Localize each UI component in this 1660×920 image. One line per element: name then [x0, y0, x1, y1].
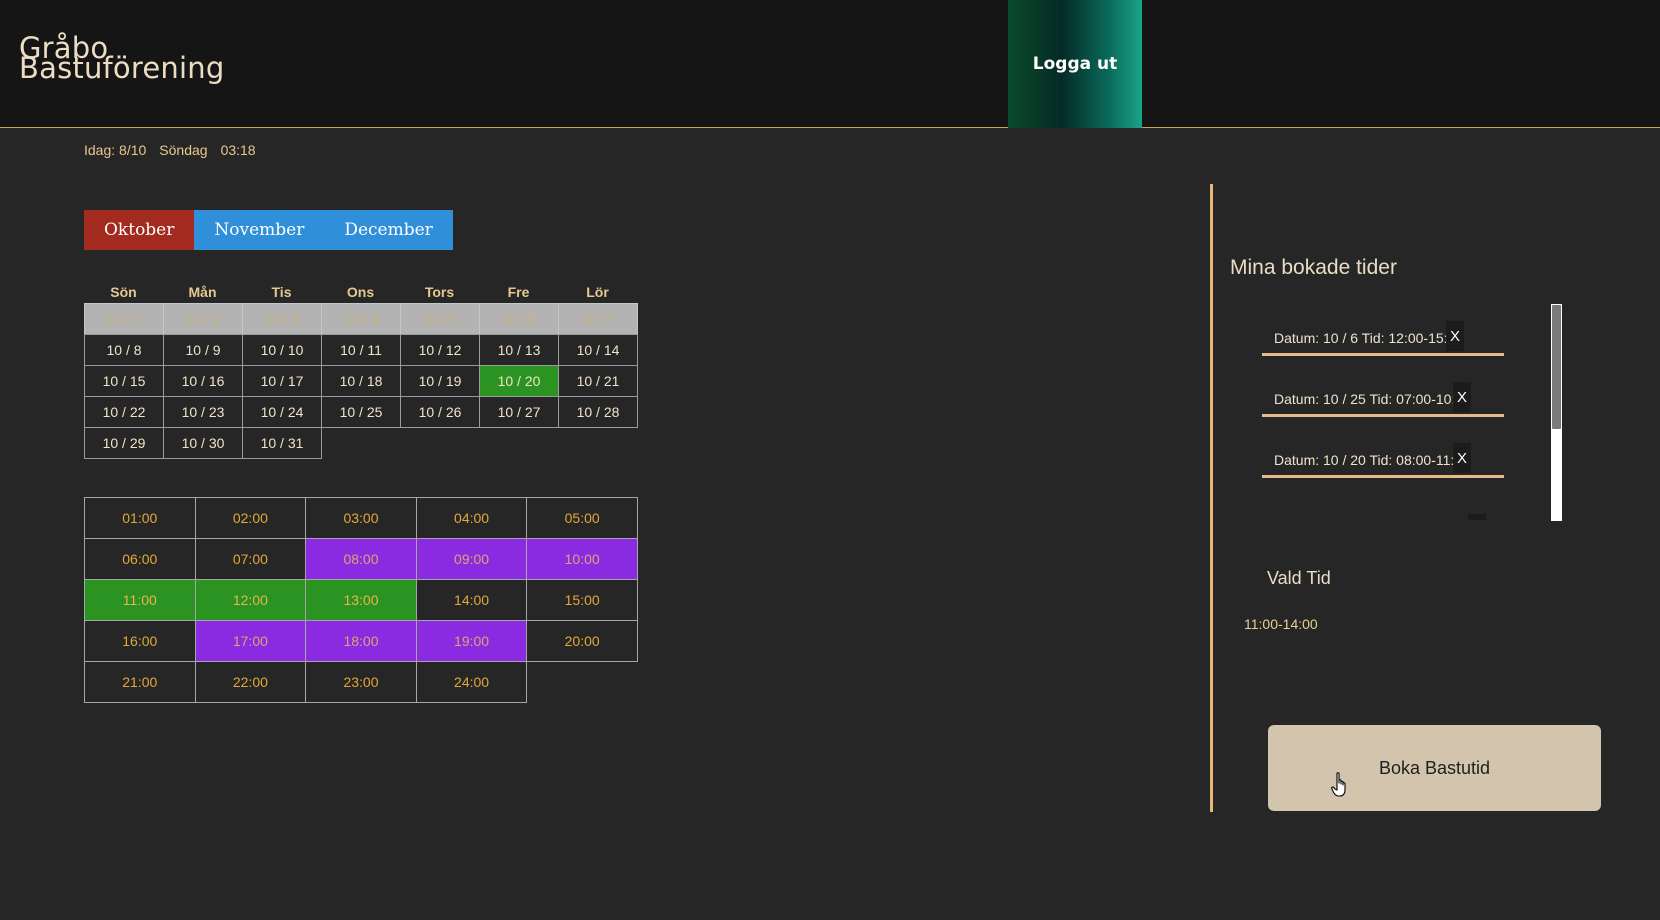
time-slot: 10:00	[526, 538, 638, 580]
calendar-day[interactable]: 10 / 16	[163, 365, 243, 397]
my-bookings-list: Datum: 10 / 6 Tid: 12:00-15:00 X Datum: 10…	[1232, 304, 1562, 520]
time-slot[interactable]: 04:00	[415, 497, 528, 539]
brand-logo: Gråbo Bastuförening	[19, 34, 225, 85]
chosen-time-value: 11:00-14:00	[1244, 616, 1318, 632]
weekday-label: Fre	[507, 284, 530, 300]
booking-item: Datum: 10 / 25 Tid: 07:00-10:00 X	[1262, 365, 1504, 417]
booking-item: Datum: 10 / 6 Tid: 12:00-15:00 X	[1262, 304, 1504, 356]
booking-text: Datum: 10 / 6 Tid: 12:00-15:00	[1274, 330, 1464, 346]
weekday-label: Tis	[271, 284, 292, 300]
calendar-day[interactable]: 10 / 12	[400, 334, 480, 366]
hand-cursor-icon	[1331, 772, 1346, 797]
tab-oktober[interactable]: Oktober	[84, 210, 195, 250]
calendar-day[interactable]: 10 / 29	[84, 427, 164, 459]
list-overflow-item	[1468, 514, 1486, 520]
today-info: Idag: 8/10 Söndag 03:18	[84, 142, 256, 158]
weekday-label: Sön	[110, 284, 137, 300]
my-bookings-title: Mina bokade tider	[1230, 256, 1397, 279]
book-sauna-button[interactable]: Boka Bastutid	[1268, 725, 1601, 811]
calendar-day[interactable]: 10 / 25	[321, 396, 401, 428]
calendar-day[interactable]: 10 / 24	[242, 396, 322, 428]
today-weekday: Söndag	[159, 142, 208, 158]
booking-text: Datum: 10 / 20 Tid: 08:00-11:00	[1274, 452, 1470, 468]
calendar-day[interactable]: 10 / 27	[479, 396, 559, 428]
remove-booking-button[interactable]: X	[1446, 321, 1464, 351]
time-slot: 08:00	[305, 538, 417, 580]
time-slot[interactable]: 12:00	[194, 579, 307, 621]
weekday-label: Tors	[424, 284, 455, 300]
weekday-header: Sön Mån Tis Ons Tors Fre Lör	[84, 284, 638, 303]
calendar-day[interactable]: 10 / 19	[400, 365, 480, 397]
today-date: Idag: 8/10	[84, 142, 147, 158]
time-slot: 17:00	[194, 620, 307, 662]
panel-divider	[1210, 184, 1213, 812]
remove-booking-button[interactable]: X	[1453, 443, 1471, 473]
calendar-day: 10 / 7	[558, 303, 638, 335]
time-slot[interactable]: 22:00	[194, 661, 307, 703]
time-slot[interactable]: 15:00	[526, 579, 638, 621]
time-slot[interactable]: 16:00	[84, 620, 196, 662]
time-slot: 19:00	[415, 620, 528, 662]
calendar-day: 10 / 5	[400, 303, 480, 335]
time-slot[interactable]: 11:00	[84, 579, 196, 621]
tab-december[interactable]: December	[324, 210, 453, 250]
calendar-day[interactable]: 10 / 21	[558, 365, 638, 397]
time-slot[interactable]: 01:00	[84, 497, 196, 539]
time-slot[interactable]: 07:00	[194, 538, 307, 580]
month-calendar: Sön Mån Tis Ons Tors Fre Lör 10 / 1 10 / 2 10 / …	[84, 284, 638, 459]
booking-item: Datum: 10 / 20 Tid: 08:00-11:00 X	[1262, 426, 1504, 478]
time-slot[interactable]: 23:00	[305, 661, 417, 703]
time-slot[interactable]: 02:00	[194, 497, 307, 539]
calendar-day[interactable]: 10 / 22	[84, 396, 164, 428]
calendar-day: 10 / 2	[163, 303, 243, 335]
calendar-day[interactable]: 10 / 14	[558, 334, 638, 366]
calendar-day: 10 / 6	[479, 303, 559, 335]
remove-booking-button[interactable]: X	[1453, 382, 1471, 412]
time-slot: 18:00	[305, 620, 417, 662]
time-slot[interactable]: 21:00	[84, 661, 196, 703]
brand-line-2: Bastuförening	[19, 51, 225, 85]
booking-text: Datum: 10 / 25 Tid: 07:00-10:00	[1274, 391, 1471, 407]
month-tabs: Oktober November December	[84, 210, 453, 250]
calendar-day[interactable]: 10 / 8	[84, 334, 164, 366]
calendar-day[interactable]: 10 / 23	[163, 396, 243, 428]
calendar-day[interactable]: 10 / 17	[242, 365, 322, 397]
calendar-day[interactable]: 10 / 13	[479, 334, 559, 366]
calendar-day: 10 / 4	[321, 303, 401, 335]
time-slot[interactable]: 14:00	[415, 579, 528, 621]
current-time: 03:18	[220, 142, 256, 158]
calendar-day[interactable]: 10 / 11	[321, 334, 401, 366]
calendar-day[interactable]: 10 / 28	[558, 396, 638, 428]
calendar-day[interactable]: 10 / 31	[242, 427, 322, 459]
weekday-label: Ons	[346, 284, 375, 300]
calendar-day[interactable]: 10 / 26	[400, 396, 480, 428]
time-slot: 09:00	[415, 538, 528, 580]
time-slot[interactable]: 06:00	[84, 538, 196, 580]
bookings-scrollbar-thumb[interactable]	[1552, 305, 1561, 429]
calendar-day[interactable]: 10 / 15	[84, 365, 164, 397]
time-slot[interactable]: 05:00	[526, 497, 638, 539]
calendar-day[interactable]: 10 / 10	[242, 334, 322, 366]
time-slot[interactable]: 13:00	[305, 579, 417, 621]
calendar-day[interactable]: 10 / 20	[479, 365, 559, 397]
top-header: Gråbo Bastuförening Logga ut	[0, 0, 1660, 128]
calendar-day[interactable]: 10 / 18	[321, 365, 401, 397]
weekday-label: Lör	[586, 284, 609, 300]
day-grid: 10 / 1 10 / 2 10 / 3 10 / 4 10 / 5 10 / 6 10 /…	[84, 303, 638, 459]
time-slot[interactable]: 20:00	[526, 620, 638, 662]
time-slot[interactable]: 03:00	[305, 497, 417, 539]
calendar-day: 10 / 1	[84, 303, 164, 335]
time-slot-grid: 01:00 02:00 03:00 04:00 05:00 06:00 07:00 08:00…	[84, 497, 638, 703]
calendar-day: 10 / 3	[242, 303, 322, 335]
calendar-day[interactable]: 10 / 9	[163, 334, 243, 366]
logout-button[interactable]: Logga ut	[1008, 0, 1142, 128]
weekday-label: Mån	[188, 284, 217, 300]
time-slot[interactable]: 24:00	[415, 661, 528, 703]
tab-november[interactable]: November	[194, 210, 325, 250]
chosen-time-title: Vald Tid	[1267, 568, 1331, 588]
calendar-day[interactable]: 10 / 30	[163, 427, 243, 459]
